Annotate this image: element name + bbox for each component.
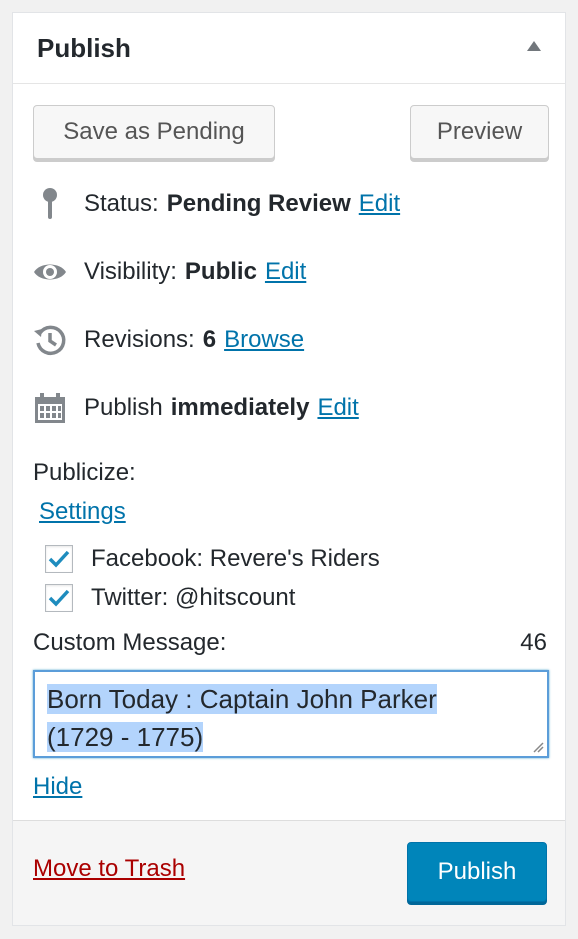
schedule-row: Publish immediately Edit (33, 391, 359, 425)
twitter-connection-label: Twitter: @hitscount (91, 584, 296, 611)
connection-facebook[interactable]: Facebook: Revere's Riders (45, 543, 380, 575)
visibility-edit-link[interactable]: Edit (265, 258, 306, 286)
revisions-row: Revisions: 6 Browse (33, 323, 304, 357)
revisions-count: 6 (202, 326, 217, 353)
connection-twitter[interactable]: Twitter: @hitscount (45, 582, 295, 614)
visibility-row: Visibility: Public Edit (33, 255, 306, 289)
revisions-label: Revisions: (84, 326, 195, 353)
panel-footer: Move to Trash Publish (13, 820, 565, 925)
custom-message-textarea[interactable]: Born Today : Captain John Parker (1729 -… (33, 670, 549, 758)
resize-grip-icon[interactable] (532, 741, 544, 753)
message-line-1: Born Today : Captain John Parker (47, 684, 437, 714)
schedule-label: Publish (84, 394, 163, 421)
panel-header[interactable]: Publish (13, 13, 565, 84)
pin-icon (33, 187, 67, 221)
status-edit-link[interactable]: Edit (359, 190, 400, 218)
publicize-settings-link[interactable]: Settings (39, 498, 126, 526)
history-icon (33, 323, 67, 357)
visibility-value: Public (184, 258, 257, 285)
status-row: Status: Pending Review Edit (33, 187, 400, 221)
publish-button[interactable]: Publish (407, 842, 547, 902)
collapse-arrow-icon[interactable] (527, 41, 541, 51)
twitter-checkbox[interactable] (45, 584, 73, 612)
status-value: Pending Review (166, 190, 351, 217)
schedule-value: immediately (170, 394, 310, 421)
schedule-edit-link[interactable]: Edit (317, 394, 358, 422)
move-to-trash-link[interactable]: Move to Trash (33, 855, 185, 883)
message-line-2: (1729 - 1775) (47, 722, 204, 752)
panel-title: Publish (37, 33, 131, 63)
preview-button[interactable]: Preview (410, 105, 549, 159)
save-as-pending-button[interactable]: Save as Pending (33, 105, 275, 159)
facebook-connection-label: Facebook: Revere's Riders (91, 545, 380, 572)
custom-message-label: Custom Message: (33, 629, 227, 656)
char-count: 46 (520, 629, 547, 656)
hide-link[interactable]: Hide (33, 773, 82, 801)
facebook-checkbox[interactable] (45, 545, 73, 573)
status-label: Status: (84, 190, 159, 217)
visibility-label: Visibility: (84, 258, 177, 285)
calendar-icon (33, 391, 67, 425)
publish-panel: Publish Save as Pending Preview Status: … (12, 12, 566, 926)
publicize-label: Publicize: (33, 459, 136, 486)
eye-icon (33, 255, 67, 289)
revisions-browse-link[interactable]: Browse (224, 326, 304, 354)
